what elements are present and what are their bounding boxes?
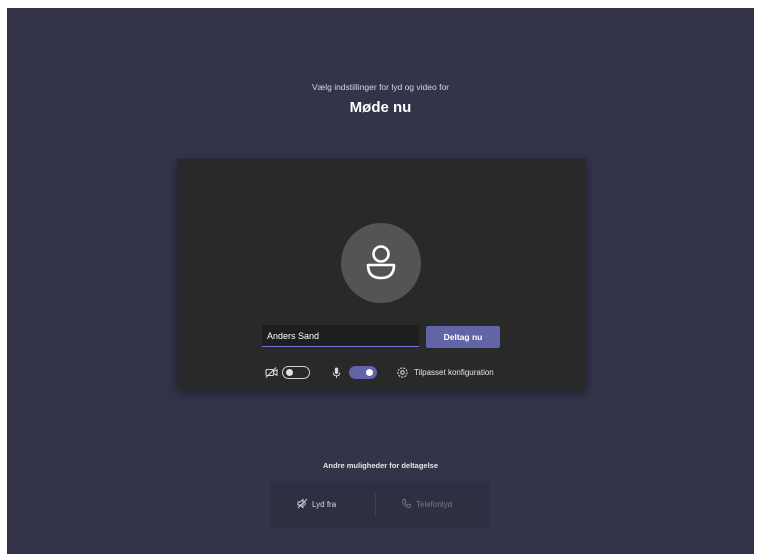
preview-card: Deltag nu xyxy=(177,159,586,390)
prejoin-subtitle: Vælg indstillinger for lyd og video for xyxy=(311,82,449,92)
video-toggle[interactable] xyxy=(282,366,310,379)
join-now-button[interactable]: Deltag nu xyxy=(426,326,500,348)
audio-off-label: Lyd fra xyxy=(312,500,337,509)
other-options-heading: Andre muligheder for deltagelse xyxy=(322,461,439,470)
custom-config-link[interactable]: Tilpasset konfiguration xyxy=(414,368,494,377)
person-icon xyxy=(366,245,396,280)
phone-audio-option[interactable]: Telefonlyd xyxy=(401,498,452,512)
video-toggle-knob xyxy=(286,368,293,376)
meeting-prejoin-screen: Vælg indstillinger for lyd og video for … xyxy=(7,8,754,554)
mic-toggle[interactable] xyxy=(349,366,377,379)
phone-icon xyxy=(402,499,411,508)
device-controls: Tilpasset konfiguration xyxy=(177,362,586,384)
mic-toggle-knob xyxy=(366,368,373,376)
camera-off-icon xyxy=(265,366,278,379)
meeting-title: Møde nu xyxy=(349,99,412,116)
avatar xyxy=(341,223,421,303)
microphone-icon xyxy=(330,366,343,379)
audio-off-option[interactable]: Lyd fra xyxy=(297,498,336,512)
other-options-panel: Lyd fra Telefonlyd xyxy=(270,481,489,528)
gear-icon[interactable] xyxy=(396,366,409,379)
name-input[interactable] xyxy=(262,325,419,347)
options-divider xyxy=(375,493,376,517)
phone-audio-label: Telefonlyd xyxy=(416,500,453,509)
speaker-off-icon xyxy=(297,498,308,509)
